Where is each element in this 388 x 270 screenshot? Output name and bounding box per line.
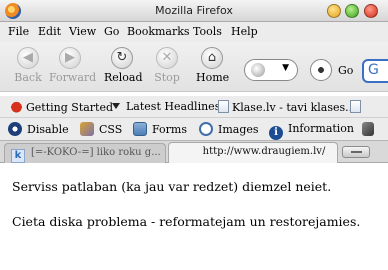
go-button[interactable]: Go [338,64,353,77]
bookmark-overflow[interactable] [350,100,364,114]
menu-go[interactable]: Go [104,25,119,38]
go-icon[interactable] [310,59,332,81]
web-developer-toolbar: Disable CSS Forms Images i Information [0,118,388,140]
menu-view[interactable]: View [69,25,96,38]
reload-icon: ↻ [111,47,133,69]
miscellaneous-icon [362,122,374,136]
close-tab-icon [351,151,362,153]
home-button[interactable]: ⌂ Home [196,47,230,84]
images-label: Images [218,123,259,136]
images-menu[interactable]: Images [199,122,259,136]
disable-icon [8,122,22,136]
css-menu[interactable]: CSS [80,122,122,136]
tab-favicon-icon: k [11,149,25,163]
forms-label: Forms [152,123,187,136]
bookmark-label: Getting Started [26,101,114,114]
tab-strip: k [=-KOKO-=] liko roku g... http://www.dr… [0,140,388,164]
css-label: CSS [99,123,123,136]
page-icon [350,100,361,113]
menu-file[interactable]: File [8,25,29,38]
close-window-button[interactable] [364,4,378,18]
minimize-button[interactable] [327,4,341,18]
information-label: Information [288,122,355,135]
close-tab-button[interactable] [342,146,370,158]
search-engine-dropdown[interactable]: ▼ [244,59,298,81]
css-icon [80,122,94,136]
menu-bar: File Edit View Go Bookmarks Tools Help [0,22,388,42]
reload-button[interactable]: ↻ Reload [104,47,143,84]
bookmark-klase[interactable]: Klase.lv - tavi klases... [218,100,356,114]
forms-icon [133,122,147,136]
back-label: Back [14,71,42,84]
stop-button[interactable]: ✕ Stop [152,47,182,84]
menu-help[interactable]: Help [231,25,258,38]
tab-label: http://www.draugiem.lv/ [202,146,326,157]
dropdown-arrow-icon: ▼ [282,63,289,73]
disable-label: Disable [27,123,69,136]
information-icon: i [269,126,283,140]
getting-started-icon [10,100,23,113]
search-engine-icon [251,63,265,77]
back-arrow-icon: ◀ [17,47,39,69]
bookmarks-toolbar: Getting Started Latest Headlines Klase.l… [0,96,388,118]
home-icon: ⌂ [201,47,223,69]
information-menu[interactable]: i Information [269,122,354,140]
menu-edit[interactable]: Edit [38,25,61,38]
forward-arrow-icon: ▶ [59,47,81,69]
stop-label: Stop [154,71,180,84]
back-button[interactable]: ◀ Back [12,47,44,84]
page-icon [218,100,229,113]
bookmark-getting-started[interactable]: Getting Started [10,100,113,114]
page-content: Serviss patlaban (ka jau var redzet) die… [0,163,388,270]
disable-menu[interactable]: Disable [8,122,69,136]
search-field-icon: G [368,62,379,78]
miscellaneous-menu[interactable] [362,122,379,136]
rss-dropdown-icon [112,103,120,109]
content-line-2: Cieta diska problema - reformatejam un r… [12,214,361,229]
bookmark-label: Klase.lv - tavi klases... [232,101,356,114]
images-icon [199,122,213,136]
forward-label: Forward [49,71,97,84]
reload-label: Reload [104,71,143,84]
content-line-1: Serviss patlaban (ka jau var redzet) die… [12,179,332,194]
menu-tools[interactable]: Tools [193,25,222,38]
title-bar: Mozilla Firefox [0,0,388,22]
menu-bookmarks[interactable]: Bookmarks [127,25,190,38]
search-input[interactable]: G [362,59,388,83]
bookmark-label: Latest Headlines [126,100,221,113]
forward-button[interactable]: ▶ Forward [49,47,97,84]
forms-menu[interactable]: Forms [133,122,187,136]
maximize-button[interactable] [345,4,359,18]
home-label: Home [196,71,230,84]
tab-draugiem[interactable]: http://www.draugiem.lv/ [168,142,338,164]
tab-koko[interactable]: k [=-KOKO-=] liko roku g... [4,143,166,163]
tab-label: [=-KOKO-=] liko roku g... [31,147,161,158]
stop-icon: ✕ [156,47,178,69]
bookmark-latest-headlines[interactable]: Latest Headlines [112,100,220,113]
